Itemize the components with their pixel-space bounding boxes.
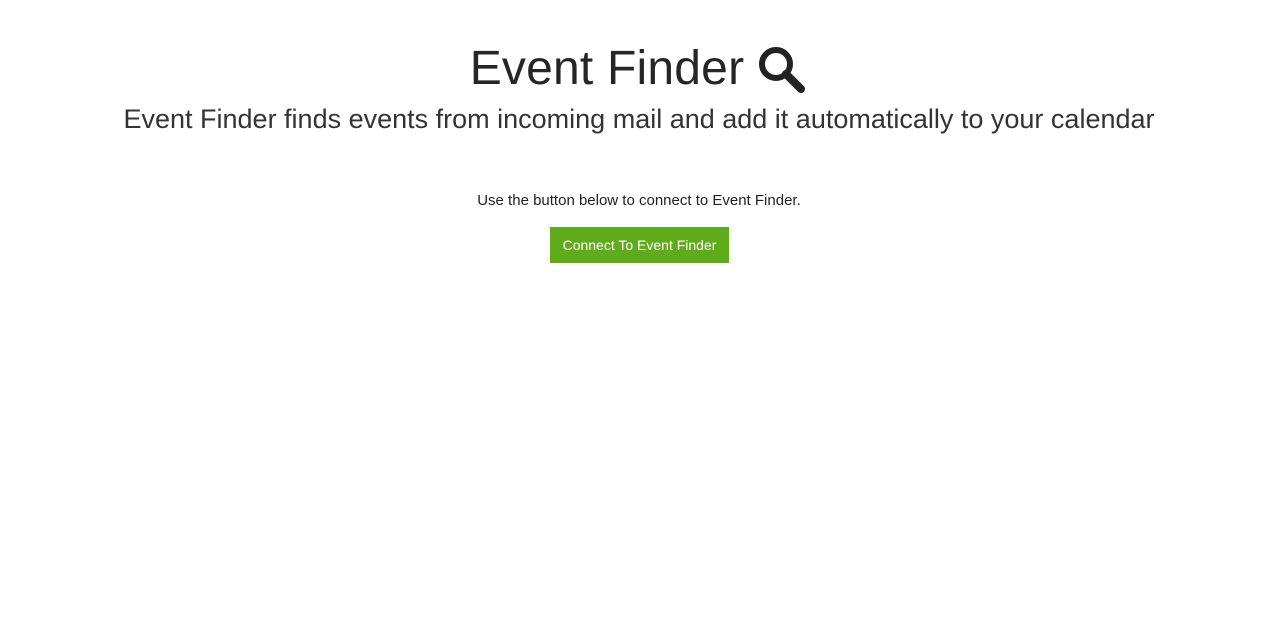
page-subtitle: Event Finder finds events from incoming …	[123, 104, 1155, 134]
search-icon	[756, 44, 808, 96]
connect-button[interactable]: Connect To Event Finder	[550, 227, 729, 263]
page: Event Finder Event Finder finds events f…	[0, 0, 1278, 644]
page-title: Event Finder	[469, 42, 745, 95]
title-row: Event Finder	[0, 38, 1278, 100]
connect-instructions: Use the button below to connect to Event…	[477, 192, 801, 209]
